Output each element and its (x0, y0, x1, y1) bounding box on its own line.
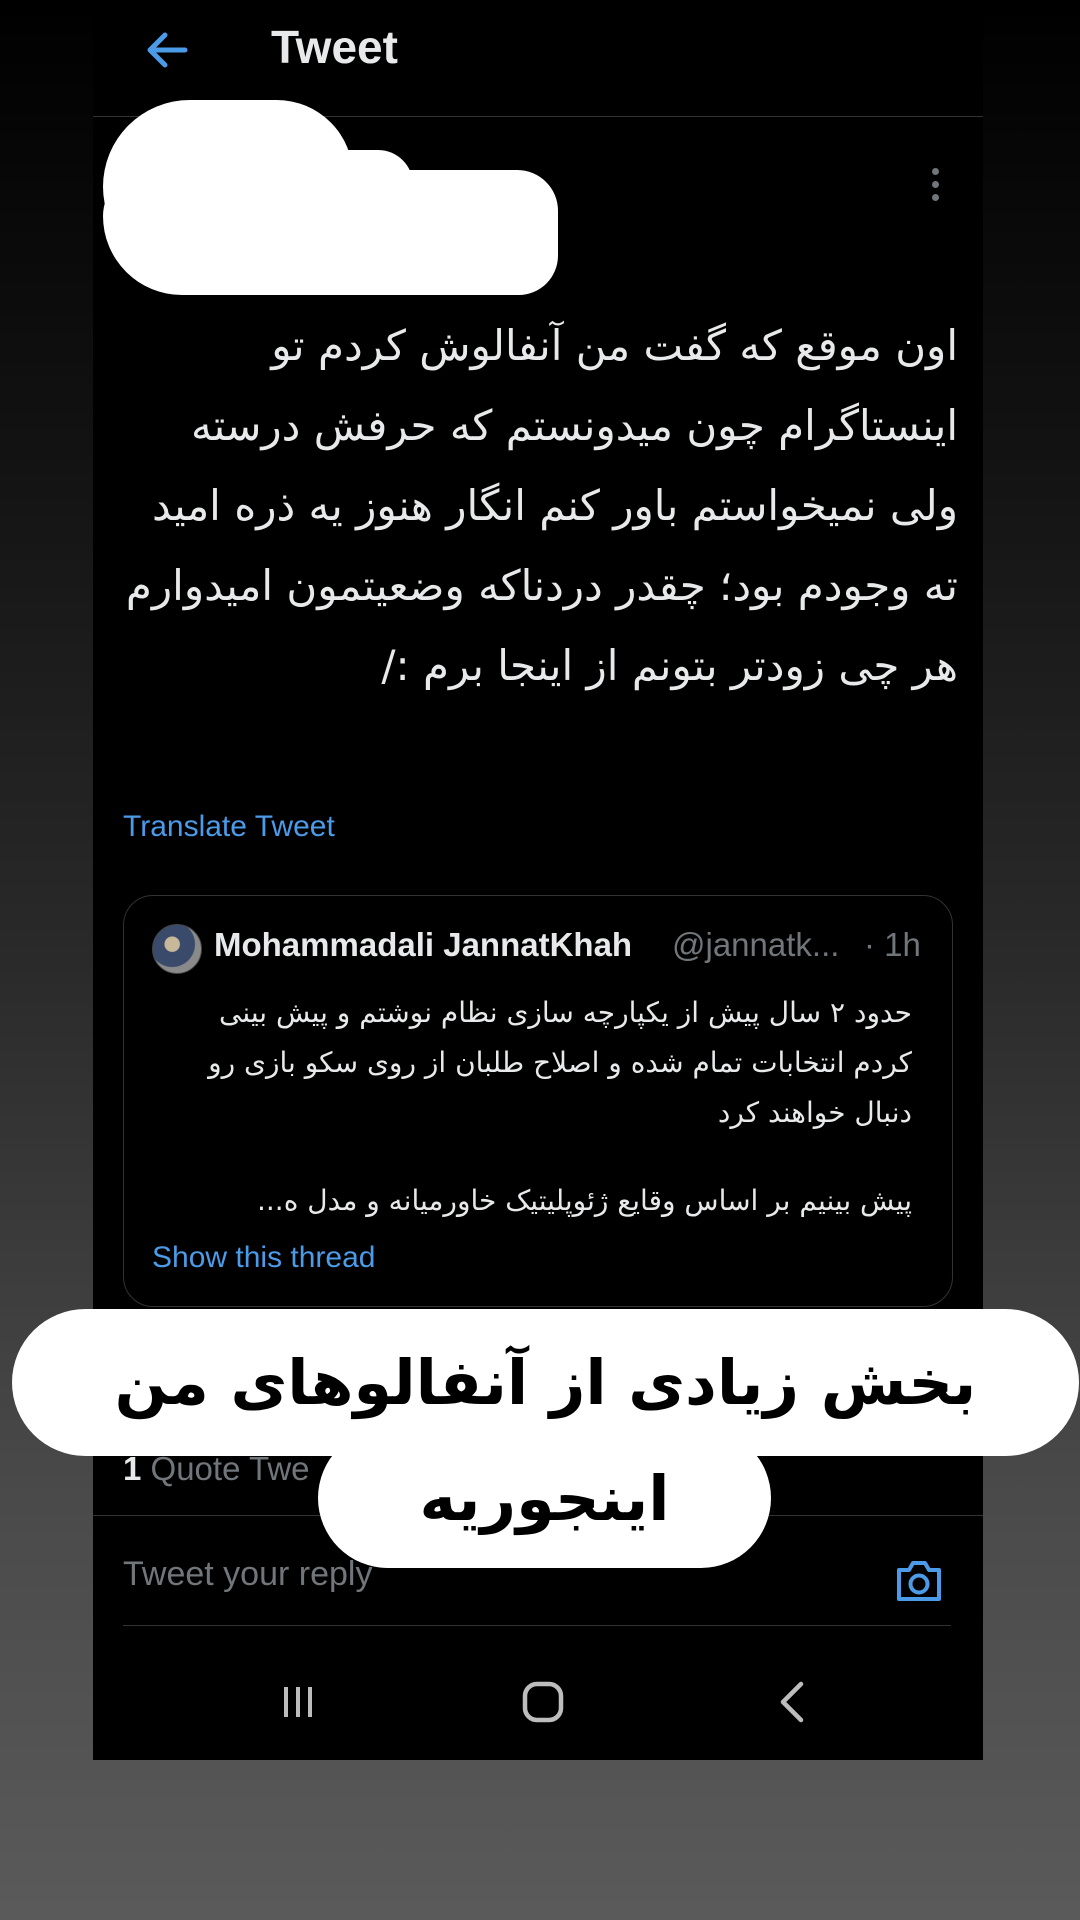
home-button[interactable] (513, 1672, 573, 1732)
show-thread-link[interactable]: Show this thread (152, 1241, 375, 1275)
nav-back-button[interactable] (763, 1672, 823, 1732)
more-options-button[interactable] (923, 164, 947, 210)
quoted-author-name: Mohammadali JannatKhah (214, 926, 633, 963)
tweet-text: اون موقع که گفت من آنفالوش کردم تو اینست… (125, 321, 958, 690)
camera-button[interactable] (893, 1555, 945, 1607)
quoted-text: حدود ۲ سال پیش از یکپارچه سازی نظام نوشت… (208, 996, 912, 1129)
avatar (152, 924, 202, 974)
camera-icon (897, 1561, 941, 1601)
quoted-author-handle: @jannatk... (672, 926, 840, 963)
home-icon (522, 1681, 564, 1723)
page-title: Tweet (271, 21, 398, 73)
story-caption-line1: بخش زیادی از آنفالوهای من (12, 1309, 1079, 1456)
back-button[interactable] (137, 22, 197, 78)
chevron-left-icon (780, 1681, 804, 1723)
recent-apps-button[interactable] (268, 1672, 328, 1732)
quoted-tweet[interactable]: Mohammadali JannatKhah @jannatk... · 1h … (123, 895, 953, 1307)
quoted-timestamp: · 1h (864, 926, 921, 963)
quoted-text-more: پیش بینیم بر اساس وقایع ژئوپلیتیک خاورمی… (257, 1184, 912, 1217)
more-vertical-icon (931, 168, 939, 175)
divider (123, 1625, 951, 1626)
arrow-left-icon (147, 32, 188, 68)
translate-tweet-link[interactable]: Translate Tweet (123, 810, 335, 844)
recent-apps-icon (284, 1687, 312, 1717)
